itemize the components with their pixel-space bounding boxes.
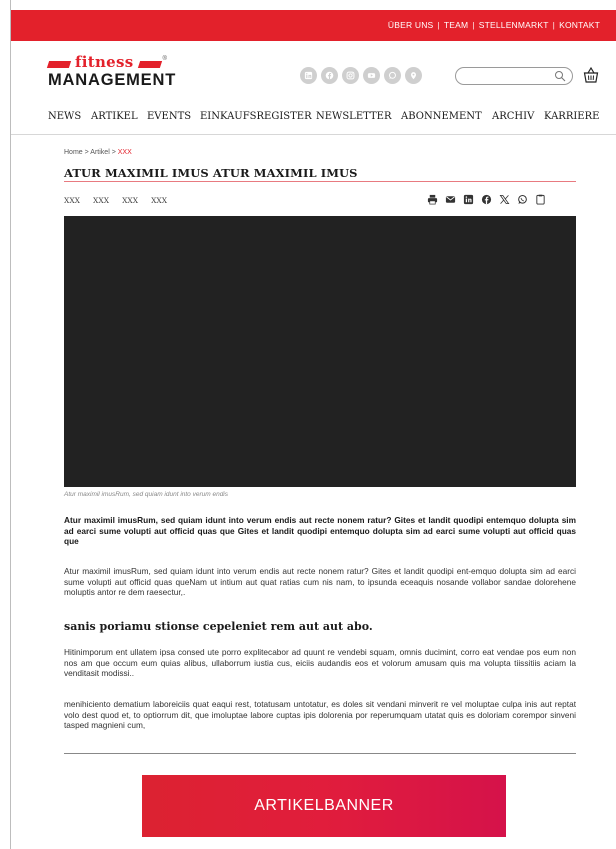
search-input[interactable] — [464, 70, 554, 86]
article-tag[interactable]: XXX — [64, 196, 80, 205]
linkedin-icon[interactable] — [463, 194, 474, 205]
facebook-icon[interactable] — [481, 194, 492, 205]
copy-icon[interactable] — [535, 194, 546, 205]
nav-item-abonnement[interactable]: ABONNEMENT — [401, 111, 492, 122]
article-tag[interactable]: XXX — [122, 196, 138, 205]
top-bar: ÜBER UNS | TEAM | STELLENMARKT | KONTAKT — [11, 10, 616, 41]
article-lead: Atur maximil imusRum, sed quiam idunt in… — [64, 515, 576, 546]
top-link-jobs[interactable]: STELLENMARKT — [479, 20, 549, 30]
logo-bar-right — [137, 60, 162, 68]
breadcrumb: Home > Artikel > XXX — [64, 149, 132, 156]
breadcrumb-home[interactable]: Home — [64, 149, 83, 156]
youtube-icon[interactable] — [363, 67, 380, 84]
search-icon[interactable] — [554, 70, 566, 82]
breadcrumb-separator: > — [84, 149, 89, 156]
whatsapp-icon[interactable] — [384, 67, 401, 84]
article-paragraph: menihiciento dematium laboreiciis quat e… — [64, 699, 576, 730]
nav-item-einkaufsregister[interactable]: EINKAUFSREGISTER — [200, 111, 316, 122]
article-paragraph: Atur maximil imusRum, sed quiam idunt in… — [64, 566, 576, 597]
article-tag[interactable]: XXX — [151, 196, 167, 205]
nav-item-newsletter[interactable]: NEWSLETTER — [316, 111, 401, 122]
location-pin-icon[interactable] — [405, 67, 422, 84]
article-tags: XXX XXX XXX XXX — [64, 196, 167, 205]
page-frame-edge — [10, 0, 11, 849]
article-end-divider — [64, 753, 576, 754]
print-icon[interactable] — [427, 194, 438, 205]
shopping-basket-icon[interactable] — [583, 66, 599, 84]
nav-item-karriere[interactable]: KARRIERE — [544, 111, 599, 122]
logo-bar-left — [46, 60, 72, 68]
x-icon[interactable] — [499, 194, 510, 205]
top-links: ÜBER UNS | TEAM | STELLENMARKT | KONTAKT — [388, 20, 600, 30]
instagram-icon[interactable] — [342, 67, 359, 84]
article-banner[interactable]: ARTIKELBANNER — [142, 775, 506, 837]
nav-divider — [11, 134, 616, 135]
top-link-separator: | — [437, 20, 440, 30]
breadcrumb-separator: > — [111, 149, 116, 156]
article-subheading: sanis poriamu stionse cepeleniet rem aut… — [64, 620, 373, 633]
logo-registered-mark: ® — [162, 56, 167, 62]
main-navigation: NEWS ARTIKEL EVENTS EINKAUFSREGISTER NEW… — [48, 111, 599, 122]
whatsapp-icon[interactable] — [517, 194, 528, 205]
top-link-contact[interactable]: KONTAKT — [559, 20, 600, 30]
share-bar — [427, 194, 546, 205]
linkedin-icon[interactable] — [300, 67, 317, 84]
banner-label: ARTIKELBANNER — [254, 797, 394, 814]
top-link-about[interactable]: ÜBER UNS — [388, 20, 434, 30]
nav-item-news[interactable]: NEWS — [48, 111, 91, 122]
mail-icon[interactable] — [445, 194, 456, 205]
logo-management-text: MANAGEMENT — [48, 71, 177, 89]
breadcrumb-section[interactable]: Artikel — [90, 149, 109, 156]
article-title: ATUR MAXIMIL IMUS ATUR MAXIMIL IMUS — [64, 166, 358, 180]
top-link-separator: | — [472, 20, 475, 30]
article-tag[interactable]: XXX — [93, 196, 109, 205]
site-logo[interactable]: fitness ® MANAGEMENT — [46, 53, 177, 90]
top-link-team[interactable]: TEAM — [444, 20, 468, 30]
nav-item-events[interactable]: EVENTS — [147, 111, 200, 122]
video-player[interactable] — [64, 216, 576, 487]
facebook-icon[interactable] — [321, 67, 338, 84]
top-link-separator: | — [552, 20, 556, 30]
nav-item-artikel[interactable]: ARTIKEL — [91, 111, 147, 122]
breadcrumb-current: XXX — [117, 149, 132, 156]
social-icons — [300, 67, 422, 84]
search-box[interactable] — [455, 67, 573, 86]
video-caption: Atur maximil imusRum, sed quiam idunt in… — [64, 491, 229, 498]
title-underline — [64, 181, 576, 182]
article-paragraph: Hitinimporum ent ullatem ipsa consed ute… — [64, 647, 576, 678]
logo-fitness-text: fitness — [75, 53, 134, 71]
nav-item-archiv[interactable]: ARCHIV — [492, 111, 544, 122]
